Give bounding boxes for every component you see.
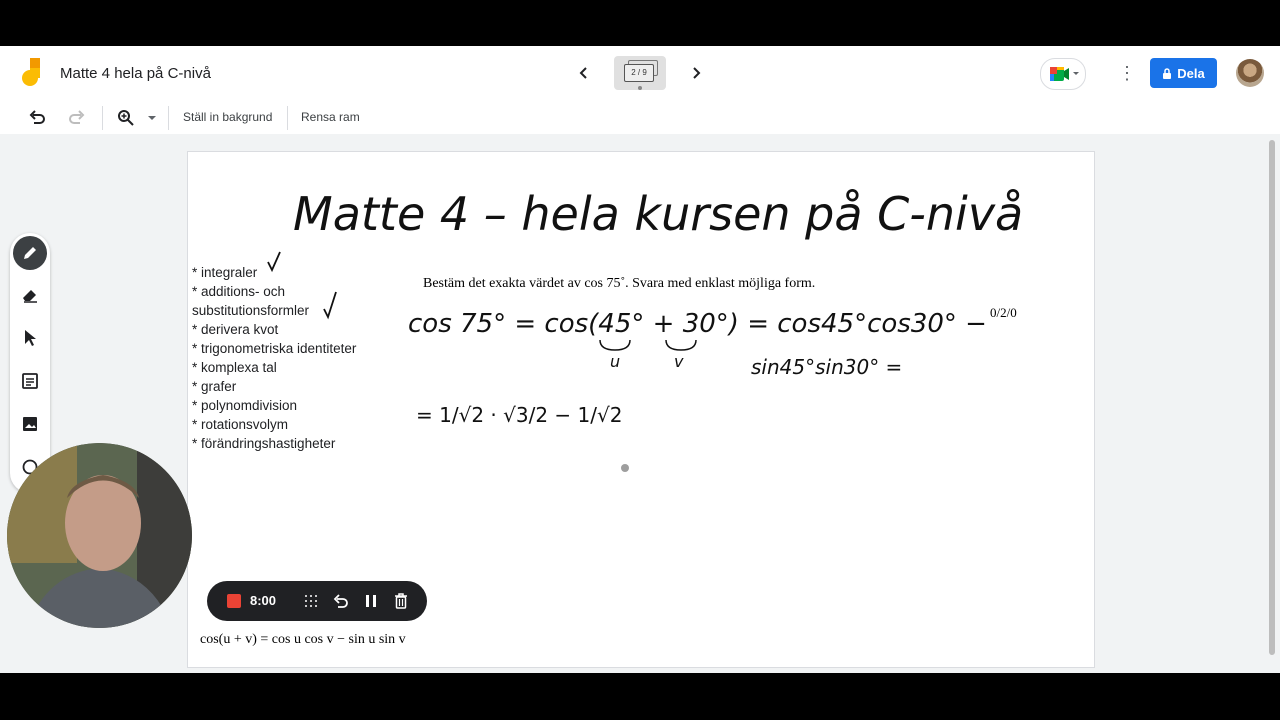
set-background-button[interactable]: Ställ in bakgrund: [183, 110, 272, 124]
chevron-right-icon: [693, 67, 701, 79]
tool-palette: [10, 233, 50, 493]
pointer-icon[interactable]: [18, 326, 42, 350]
redo-icon[interactable]: [65, 106, 89, 130]
webcam-video: [7, 443, 192, 628]
zoom-icon[interactable]: [114, 106, 138, 130]
document-title[interactable]: Matte 4 hela på C-nivå: [60, 65, 211, 82]
jamboard-app: Matte 4 hela på C-nivå 2 / 9 ⋮ Dela Stäl…: [0, 46, 1280, 673]
meet-button[interactable]: [1040, 58, 1086, 90]
zoom-dropdown-icon[interactable]: [140, 106, 164, 130]
toolbar-divider: [287, 106, 288, 130]
toolbar-divider: [168, 106, 169, 130]
checkmark-icon: [267, 251, 281, 273]
sticky-note-icon[interactable]: [18, 369, 42, 393]
next-frame-button[interactable]: [683, 60, 709, 86]
pen-icon[interactable]: [13, 236, 47, 270]
handwritten-line-2: sin45°sin30° =: [751, 355, 902, 379]
checkmark-icon: [323, 291, 337, 320]
share-button-label: Dela: [1177, 65, 1205, 81]
undo-icon[interactable]: [331, 591, 351, 611]
clear-frame-button[interactable]: Rensa ram: [301, 110, 360, 124]
label-u: u: [610, 352, 620, 371]
previous-frame-button[interactable]: [571, 60, 597, 86]
jamboard-logo: [22, 58, 40, 86]
frame-indicator-button[interactable]: 2 / 9: [614, 56, 666, 90]
more-options-icon[interactable]: ⋮: [1118, 60, 1136, 86]
recording-controls: 8:00: [207, 581, 427, 621]
stop-recording-button[interactable]: [227, 594, 241, 608]
handwritten-line-1: cos 75° = cos(45° + 30°) = cos45°cos30° …: [408, 309, 987, 339]
pause-icon[interactable]: [361, 591, 381, 611]
undo-icon[interactable]: [25, 106, 49, 130]
letterbox-top: [0, 0, 1280, 46]
grid-icon[interactable]: [301, 591, 321, 611]
meet-icon: [1050, 67, 1079, 81]
share-button[interactable]: Dela: [1150, 58, 1217, 88]
recording-timer: 8:00: [250, 593, 277, 608]
chevron-left-icon: [579, 67, 587, 79]
trash-icon[interactable]: [391, 591, 411, 611]
label-v: v: [674, 352, 684, 371]
underbrace-u: [599, 339, 631, 351]
handwritten-line-3: = 1/√2 · √3/2 − 1/√2: [416, 403, 622, 427]
vertical-scrollbar[interactable]: [1269, 140, 1275, 655]
lock-icon: [1163, 67, 1172, 79]
frame-indicator-dot: [638, 86, 642, 90]
app-header: Matte 4 hela på C-nivå 2 / 9 ⋮ Dela: [0, 46, 1280, 101]
underbrace-v: [665, 339, 697, 351]
image-icon[interactable]: [18, 412, 42, 436]
eraser-icon[interactable]: [18, 283, 42, 307]
toolbar-divider: [102, 106, 103, 130]
formula-text: cos(u + v) = cos u cos v − sin u sin v: [200, 632, 406, 647]
frame-indicator-label: 2 / 9: [624, 64, 654, 82]
letterbox-bottom: [0, 673, 1280, 720]
webcam-bubble[interactable]: [7, 443, 192, 628]
handwritten-heading: Matte 4 – hela kursen på C-nivå: [293, 187, 1023, 241]
user-avatar[interactable]: [1236, 59, 1264, 87]
pen-cursor-dot: [621, 464, 629, 472]
board-toolbar: Ställ in bakgrund Rensa ram: [0, 100, 1280, 134]
